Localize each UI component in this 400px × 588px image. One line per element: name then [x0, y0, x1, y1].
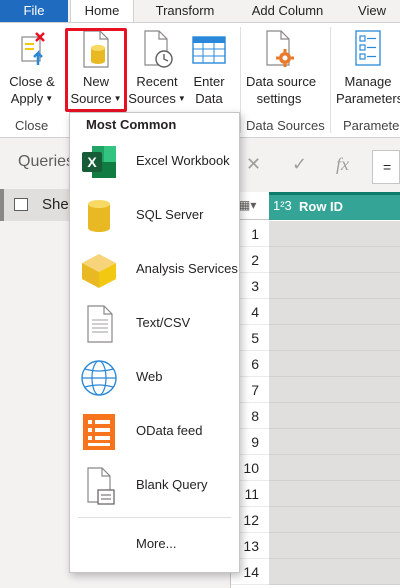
table-cell[interactable] — [269, 247, 400, 273]
cancel-icon[interactable]: ✕ — [246, 154, 261, 175]
recent-sources-label-2: Sources ▼ — [128, 91, 186, 106]
menu-item-label: Blank Query — [136, 477, 208, 492]
menu-item-label: Excel Workbook — [136, 153, 230, 168]
query-item-sheet1[interactable]: Sheet1 — [0, 189, 90, 221]
table-cell[interactable] — [269, 533, 400, 559]
recent-sources-icon — [139, 29, 175, 69]
close-apply-label-2: Apply ▼ — [10, 91, 54, 106]
ribbon-separator — [240, 27, 241, 133]
table-cell[interactable] — [269, 481, 400, 507]
fx-icon[interactable]: fx — [336, 154, 349, 175]
table-icon — [14, 198, 28, 211]
settings-gear-icon — [261, 29, 297, 69]
table-cell[interactable] — [269, 299, 400, 325]
data-source-settings-label-2: settings — [256, 91, 302, 106]
table-cell[interactable] — [269, 221, 400, 247]
blank-query-icon — [80, 466, 118, 506]
menu-item-web[interactable]: Web — [70, 351, 239, 405]
menu-item-more[interactable]: More... — [136, 536, 176, 551]
table-cell[interactable] — [269, 455, 400, 481]
analysis-services-icon — [80, 250, 118, 290]
group-label-data-sources: Data Sources — [246, 118, 325, 133]
tab-transform[interactable]: Transform — [140, 0, 230, 22]
formula-input[interactable]: = — [372, 150, 400, 184]
ribbon-tab-bar: File Home Transform Add Column View — [0, 0, 400, 23]
tab-file[interactable]: File — [0, 0, 68, 22]
tab-view[interactable]: View — [350, 0, 394, 22]
menu-item-analysis-services[interactable]: Analysis Services — [70, 243, 239, 297]
menu-item-label: Text/CSV — [136, 315, 191, 330]
column-header-row-id[interactable]: 1²3 Row ID — [269, 192, 400, 220]
menu-item-label: OData feed — [136, 423, 203, 438]
enter-data-label-2: Data — [195, 91, 223, 106]
menu-item-text-csv[interactable]: Text/CSV — [70, 297, 239, 351]
table-cell[interactable] — [269, 403, 400, 429]
table-cell[interactable] — [269, 429, 400, 455]
grid-header: ▦▾ 1²3 Row ID — [231, 192, 400, 220]
queries-title: Queries — [18, 153, 75, 170]
tab-home[interactable]: Home — [70, 0, 134, 23]
menu-item-label: Web — [136, 369, 163, 384]
recent-sources-button[interactable]: Recent Sources ▼ — [128, 29, 186, 107]
svg-text:X: X — [87, 154, 97, 170]
close-apply-button[interactable]: Close & Apply ▼ — [6, 29, 58, 107]
ribbon-separator — [330, 27, 331, 133]
column-name: Row ID — [299, 199, 344, 214]
manage-parameters-label-1: Manage — [344, 74, 392, 89]
table-cell[interactable] — [269, 377, 400, 403]
table-cell[interactable] — [269, 507, 400, 533]
tab-add-column[interactable]: Add Column — [240, 0, 335, 22]
odata-feed-icon — [80, 412, 118, 452]
recent-sources-label-1: Recent — [136, 74, 178, 89]
menu-item-blank-query[interactable]: Blank Query — [70, 459, 239, 513]
dropdown-divider — [78, 517, 231, 518]
new-source-dropdown: Most Common X Excel Workbook SQL Server — [69, 112, 240, 573]
formula-bar: ✕ ✓ fx = — [240, 150, 400, 184]
menu-item-excel-workbook[interactable]: X Excel Workbook — [70, 135, 239, 189]
manage-parameters-label-2: Parameters — [336, 91, 400, 106]
excel-icon: X — [80, 142, 118, 182]
parameters-icon — [350, 29, 386, 69]
table-cell[interactable] — [269, 325, 400, 351]
new-source-highlight — [65, 28, 127, 112]
table-cell[interactable] — [269, 351, 400, 377]
table-menu-icon[interactable]: ▦▾ — [239, 198, 256, 212]
dropdown-header: Most Common — [86, 117, 177, 132]
menu-item-odata-feed[interactable]: OData feed — [70, 405, 239, 459]
close-apply-label-1: Close & — [9, 74, 55, 89]
menu-item-label: Analysis Services — [136, 261, 238, 276]
data-grid: ▦▾ 1²3 Row ID 1 2 3 4 5 6 7 8 9 10 11 12 13 14 — [230, 192, 400, 588]
enter-data-button[interactable]: Enter Data — [188, 29, 230, 107]
table-cell[interactable] — [269, 559, 400, 585]
manage-parameters-button[interactable]: Manage Parameters — [336, 29, 400, 107]
menu-item-label: SQL Server — [136, 207, 204, 222]
data-source-settings-button[interactable]: Data source settings — [246, 29, 317, 107]
menu-item-sql-server[interactable]: SQL Server — [70, 189, 239, 243]
chevron-down-icon: ▼ — [45, 94, 54, 103]
table-icon — [191, 29, 227, 69]
group-label-parameters: Parameters — [343, 118, 400, 133]
whole-number-type-icon[interactable]: 1²3 — [273, 198, 292, 213]
data-source-settings-label-1: Data source — [246, 74, 317, 89]
queries-pane: Queries Sheet1 — [0, 139, 90, 588]
chevron-down-icon: ▼ — [177, 94, 186, 103]
table-cell[interactable] — [269, 273, 400, 299]
group-label-close: Close — [15, 118, 49, 133]
text-csv-icon — [80, 304, 118, 344]
confirm-icon[interactable]: ✓ — [292, 154, 307, 175]
sql-server-icon — [80, 196, 118, 236]
enter-data-label-1: Enter — [193, 74, 225, 89]
close-apply-icon — [14, 29, 50, 69]
web-globe-icon — [80, 358, 118, 398]
